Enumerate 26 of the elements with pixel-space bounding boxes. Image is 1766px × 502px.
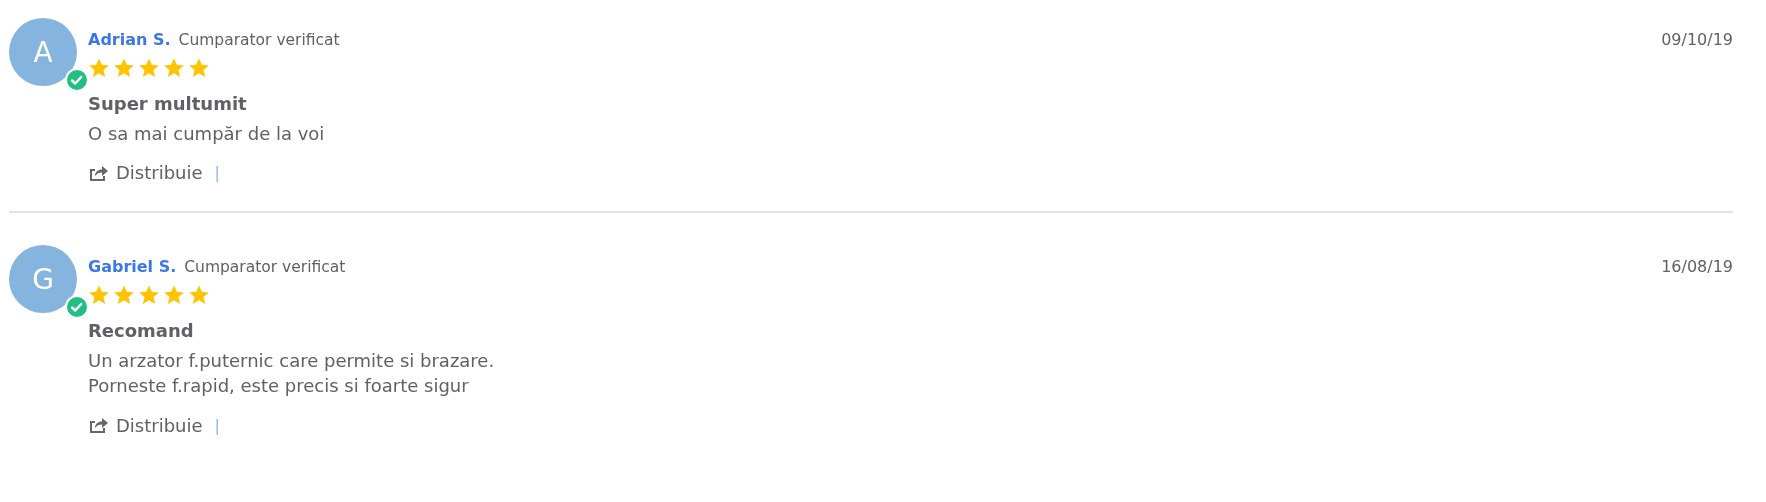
share-link[interactable]: Distribuie [88,414,203,436]
star-icon [113,284,135,307]
review-title: Recomand [88,320,195,342]
star-icon [113,57,135,79]
share-icon [88,163,108,182]
review-text: O sa mai cumpăr de la voi [88,122,326,146]
share-icon [88,416,108,435]
review-title: Super multumit [88,93,248,114]
star-icon [163,284,185,307]
separator: | [214,415,220,435]
share-link[interactable]: Distribuie [88,162,203,184]
star-icon [88,57,110,79]
author-name[interactable]: Adrian S. [88,30,171,49]
star-icon [163,57,185,79]
separator: | [214,163,220,183]
star-icon [188,284,210,307]
review-text: Un arzator f.puternic care permite si brazare. Porneste f.rapid, este precis si foarte sigur [88,349,496,399]
star-icon [88,284,110,307]
star-icon [138,284,160,307]
review-date: 16/08/19 [1661,257,1733,277]
verified-buyer-label: Cumparator verificat [184,258,346,277]
review-date: 09/10/19 [1661,30,1733,49]
star-icon [138,57,160,79]
author-name[interactable]: Gabriel S. [88,257,177,277]
verified-buyer-label: Cumparator verificat [178,31,340,49]
star-icon [188,57,210,79]
